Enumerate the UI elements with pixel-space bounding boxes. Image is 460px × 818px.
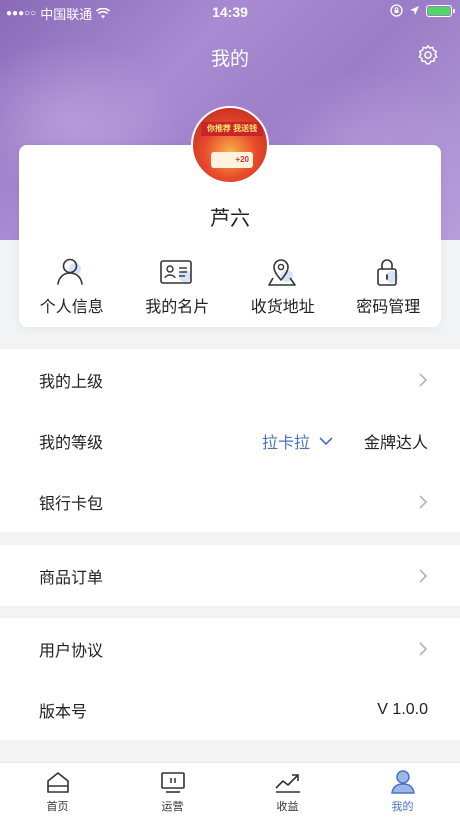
avatar[interactable]: 你推荐 我送钱 +20 — [191, 106, 269, 184]
quick-label: 密码管理 — [356, 299, 421, 316]
status-bar: ●●●○○ 中国联通 14:39 — [0, 0, 460, 24]
avatar-coupon-text: +20 — [211, 152, 253, 168]
chevron-right-icon — [419, 372, 428, 387]
menu-group-orders: 商品订单 — [0, 545, 460, 606]
person-icon — [53, 255, 91, 289]
user-name: 芦六 — [210, 208, 250, 230]
chevron-right-icon — [419, 568, 428, 583]
menu-group-about: 用户协议 版本号 V 1.0.0 — [0, 618, 460, 740]
tab-label: 我的 — [391, 801, 414, 813]
menu-superior[interactable]: 我的上级 — [0, 349, 460, 410]
menu-orders[interactable]: 商品订单 — [0, 545, 460, 606]
quick-label: 我的名片 — [145, 299, 210, 316]
location-arrow-icon — [410, 6, 419, 15]
menu-agreement[interactable]: 用户协议 — [0, 618, 460, 679]
menu-label: 用户协议 — [39, 642, 104, 660]
avatar-banner-text: 你推荐 我送钱 — [201, 122, 263, 136]
menu-level[interactable]: 我的等级 拉卡拉 金牌达人 — [0, 410, 460, 471]
menu-label: 版本号 — [39, 703, 88, 721]
home-icon — [44, 769, 72, 795]
chevron-down-icon — [319, 436, 333, 445]
version-value: V 1.0.0 — [377, 700, 428, 718]
level-value: 金牌达人 — [363, 434, 428, 452]
tab-label: 运营 — [161, 801, 184, 813]
user-icon — [389, 769, 417, 795]
menu-group-account: 我的上级 我的等级 拉卡拉 金牌达人 银行卡包 — [0, 349, 460, 532]
quick-password-manage[interactable]: 密码管理 — [336, 255, 442, 317]
tab-home[interactable]: 首页 — [0, 763, 115, 818]
level-picker-value: 拉卡拉 — [261, 434, 310, 452]
gear-icon[interactable] — [416, 43, 440, 67]
page-title: 我的 — [210, 49, 249, 70]
menu-bank-card[interactable]: 银行卡包 — [0, 471, 460, 532]
quick-label: 收货地址 — [250, 299, 315, 316]
tab-earnings[interactable]: 收益 — [230, 763, 345, 818]
battery-icon — [426, 4, 455, 17]
quick-personal-info[interactable]: 个人信息 — [19, 255, 125, 317]
menu-label: 我的上级 — [39, 373, 104, 391]
id-card-icon — [158, 255, 196, 289]
status-right — [390, 4, 455, 17]
tab-operation[interactable]: 运营 — [115, 763, 230, 818]
tab-label: 收益 — [276, 801, 299, 813]
chevron-right-icon — [419, 494, 428, 509]
chevron-right-icon — [419, 641, 428, 656]
monitor-icon — [159, 769, 187, 795]
quick-business-card[interactable]: 我的名片 — [125, 255, 231, 317]
menu-label: 我的等级 — [39, 434, 104, 452]
menu-version: 版本号 V 1.0.0 — [0, 679, 460, 740]
level-picker[interactable]: 拉卡拉 — [262, 429, 334, 453]
quick-label: 个人信息 — [39, 299, 104, 316]
quick-shipping-address[interactable]: 收货地址 — [230, 255, 336, 317]
lock-icon — [369, 255, 407, 289]
tab-mine[interactable]: 我的 — [345, 763, 460, 818]
orientation-lock-icon — [390, 4, 403, 17]
menu-label: 商品订单 — [39, 569, 104, 587]
tab-label: 首页 — [46, 801, 69, 813]
trend-icon — [274, 769, 302, 795]
tab-bar: 首页 运营 收益 我的 — [0, 762, 460, 818]
menu-label: 银行卡包 — [39, 495, 104, 513]
quick-actions: 个人信息 我的名片 收货地址 密码管理 — [19, 255, 441, 317]
location-icon — [264, 255, 302, 289]
